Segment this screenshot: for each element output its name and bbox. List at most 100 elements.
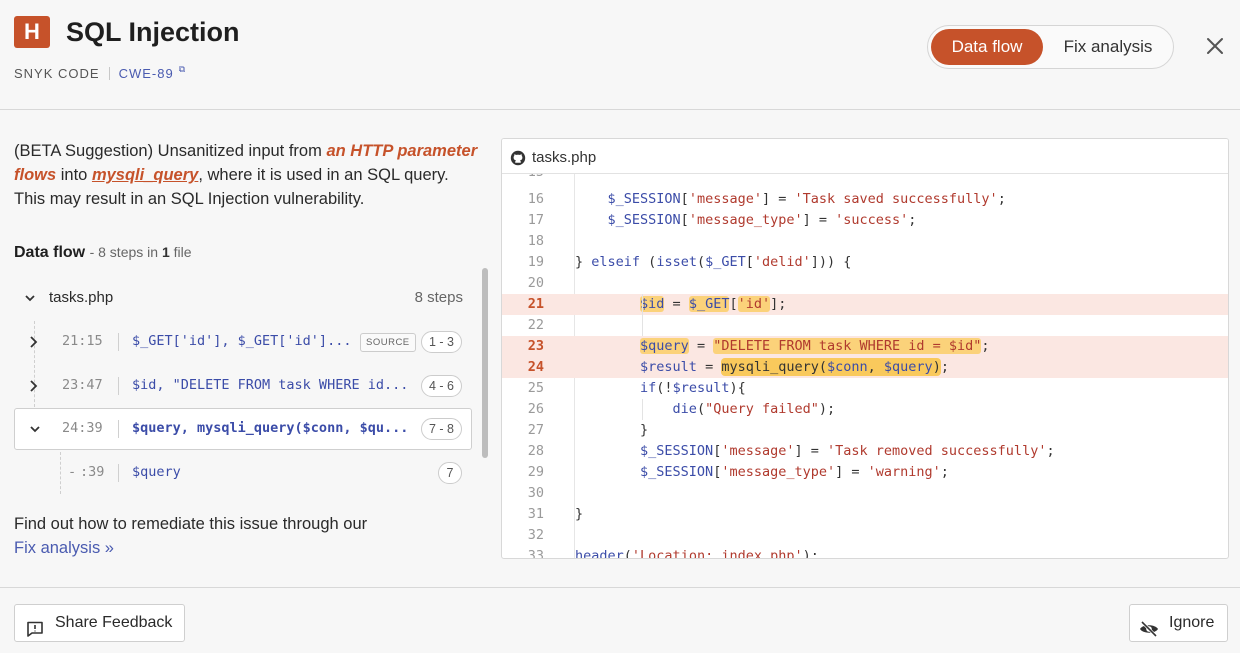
data-flow-step-selected[interactable]: 24:39 $query, mysqli_query($conn, $qu...… bbox=[14, 408, 472, 450]
line-number: 25 bbox=[527, 380, 544, 396]
summary-count: 1 bbox=[161, 244, 170, 260]
share-feedback-button[interactable]: Share Feedback bbox=[14, 604, 185, 642]
code-file-name: tasks.php bbox=[532, 149, 597, 166]
code-line: 28 $_SESSION['message'] = 'Task removed … bbox=[502, 441, 1228, 462]
data-flow-substep[interactable]: - :39 $query 7 bbox=[14, 452, 472, 494]
step-code: $query, mysqli_query($conn, $qu... bbox=[132, 420, 409, 436]
step-location: 23:47 bbox=[62, 377, 103, 393]
step-range: 7 bbox=[438, 462, 462, 484]
fix-analysis-link[interactable]: Fix analysis » bbox=[14, 539, 114, 557]
line-code: } bbox=[575, 506, 584, 522]
code-line: 27 } bbox=[502, 420, 1228, 441]
line-number: 28 bbox=[527, 443, 544, 459]
view-toggle: Data flow Fix analysis bbox=[927, 25, 1174, 69]
data-flow-heading: Data flow - 8 steps in 1 file bbox=[14, 244, 192, 262]
chevron-down-icon[interactable] bbox=[29, 422, 41, 440]
line-number: 17 bbox=[527, 212, 544, 228]
step-divider bbox=[118, 420, 119, 438]
file-name: tasks.php bbox=[49, 289, 114, 306]
line-number: 16 bbox=[527, 191, 544, 207]
data-flow-step[interactable]: 23:47 $id, "DELETE FROM task WHERE id...… bbox=[14, 365, 472, 407]
code-line: 30 bbox=[502, 483, 1228, 504]
step-location: :39 bbox=[80, 464, 105, 480]
indent-guide bbox=[642, 399, 643, 420]
step-location: 24:39 bbox=[62, 420, 103, 436]
step-divider bbox=[118, 464, 119, 482]
chevron-right-icon[interactable] bbox=[28, 379, 40, 398]
feedback-icon bbox=[26, 615, 44, 651]
source-tag: SOURCE bbox=[360, 333, 416, 352]
tab-data-flow[interactable]: Data flow bbox=[931, 29, 1043, 65]
line-number: 26 bbox=[527, 401, 544, 417]
code-line: 15 bbox=[502, 174, 1228, 183]
line-code: } bbox=[575, 422, 649, 438]
data-flow-step[interactable]: 21:15 $_GET['id'], $_GET['id']... SOURCE… bbox=[14, 321, 472, 363]
line-number: 31 bbox=[527, 506, 544, 522]
issue-header: H SQL Injection SNYK CODE CWE-89 ⧉ Data … bbox=[0, 0, 1240, 110]
step-divider bbox=[118, 377, 119, 395]
line-number: 29 bbox=[527, 464, 544, 480]
step-code: $_GET['id'], $_GET['id']... bbox=[132, 333, 352, 349]
issue-meta: SNYK CODE CWE-89 ⧉ bbox=[14, 64, 186, 81]
remedy-hint: Find out how to remediate this issue thr… bbox=[14, 512, 367, 560]
indent-guide bbox=[642, 294, 643, 336]
line-code: $result = mysqli_query($conn, $query); bbox=[640, 358, 949, 376]
source-label: SNYK CODE bbox=[14, 66, 100, 81]
ignore-label: Ignore bbox=[1169, 614, 1215, 631]
code-line: 32 bbox=[502, 525, 1228, 546]
github-icon bbox=[510, 150, 526, 171]
code-line: 33 header('Location: index.php'); bbox=[502, 546, 1228, 559]
code-line-highlighted: 23 $query = "DELETE FROM task WHERE id =… bbox=[502, 336, 1228, 357]
chevron-right-icon[interactable] bbox=[28, 335, 40, 354]
line-code: $_SESSION['message'] = 'Task removed suc… bbox=[640, 443, 1055, 459]
code-line: 16 $_SESSION['message'] = 'Task saved su… bbox=[502, 189, 1228, 210]
line-number: 18 bbox=[527, 233, 544, 249]
code-viewer: tasks.php 15 16 $_SESSION['message'] = '… bbox=[501, 138, 1229, 559]
line-code: $_SESSION['message_type'] = 'warning'; bbox=[640, 464, 949, 480]
ignore-button[interactable]: Ignore bbox=[1129, 604, 1228, 642]
line-number: 22 bbox=[527, 317, 544, 333]
line-code: if(!$result){ bbox=[640, 380, 746, 396]
file-group-row[interactable]: tasks.php 8 steps bbox=[14, 283, 470, 313]
data-flow-label: Data flow bbox=[14, 244, 86, 261]
meta-divider bbox=[108, 67, 110, 80]
sink-link[interactable]: mysqli_query bbox=[92, 166, 198, 184]
code-line: 31} bbox=[502, 504, 1228, 525]
step-divider bbox=[118, 333, 119, 351]
line-number: 21 bbox=[527, 296, 544, 312]
cwe-link[interactable]: CWE-89 bbox=[119, 66, 174, 81]
line-number: 33 bbox=[527, 548, 544, 559]
line-number: 27 bbox=[527, 422, 544, 438]
steps-scrollbar[interactable] bbox=[482, 268, 488, 458]
code-body: 15 16 $_SESSION['message'] = 'Task saved… bbox=[502, 174, 1228, 559]
chevron-down-icon[interactable] bbox=[24, 291, 36, 309]
description-text: (BETA Suggestion) Unsanitized input from bbox=[14, 142, 327, 160]
external-link-icon[interactable]: ⧉ bbox=[179, 64, 186, 75]
line-number: 24 bbox=[527, 359, 544, 375]
summary-pre: - 8 steps in bbox=[89, 244, 162, 260]
code-line-highlighted: 24 $result = mysqli_query($conn, $query)… bbox=[502, 357, 1228, 378]
eye-off-icon bbox=[1139, 615, 1159, 651]
substep-dash: - bbox=[68, 464, 77, 480]
line-number: 15 bbox=[502, 174, 544, 183]
step-code: $id, "DELETE FROM task WHERE id... bbox=[132, 377, 409, 393]
line-number: 32 bbox=[527, 527, 544, 543]
summary-post: file bbox=[169, 244, 192, 260]
line-number: 30 bbox=[527, 485, 544, 501]
step-range: 4 - 6 bbox=[421, 375, 462, 397]
close-icon[interactable] bbox=[1203, 34, 1227, 58]
description-text: into bbox=[56, 166, 92, 184]
step-range: 1 - 3 bbox=[421, 331, 462, 353]
code-line: 18 bbox=[502, 231, 1228, 252]
step-code: $query bbox=[132, 464, 181, 480]
code-line: 19} elseif (isset($_GET['delid'])) { bbox=[502, 252, 1228, 273]
step-location: 21:15 bbox=[62, 333, 103, 349]
tab-fix-analysis[interactable]: Fix analysis bbox=[1048, 29, 1168, 65]
footer-bar: Share Feedback Ignore bbox=[0, 587, 1240, 653]
line-code: $_SESSION['message'] = 'Task saved succe… bbox=[607, 191, 1006, 207]
remedy-text: Find out how to remediate this issue thr… bbox=[14, 515, 368, 533]
line-number: 20 bbox=[527, 275, 544, 291]
line-code: header('Location: index.php'); bbox=[575, 548, 819, 559]
line-code: die("Query failed"); bbox=[672, 401, 836, 417]
code-line: 25 if(!$result){ bbox=[502, 378, 1228, 399]
